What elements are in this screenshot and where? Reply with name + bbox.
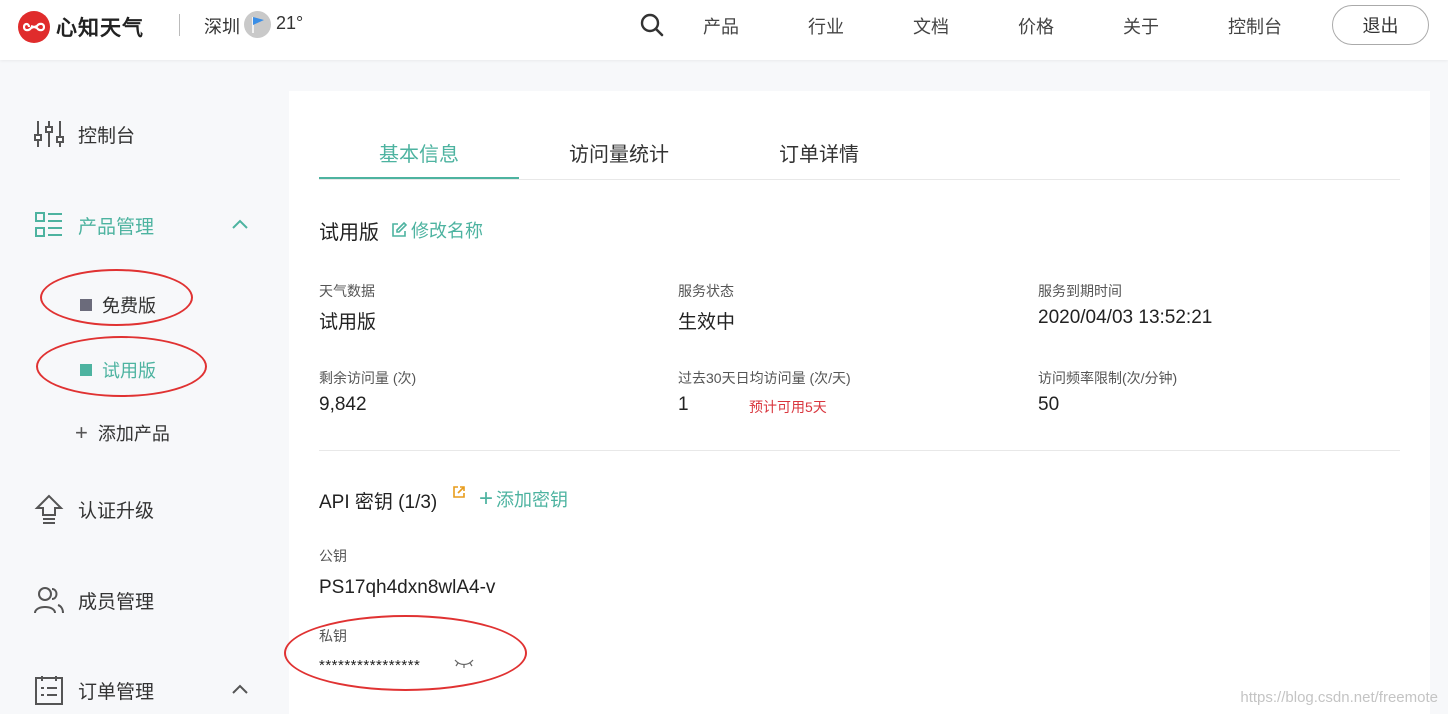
sidebar-item-console[interactable]: 控制台 (33, 118, 135, 150)
logout-button[interactable]: 退出 (1332, 5, 1429, 45)
tab-order-details[interactable]: 订单详情 (719, 138, 919, 167)
plus-icon: + (75, 420, 88, 445)
top-header: 心知天气 深圳 21° 产品 行业 文档 价格 关于 控制台 退出 (0, 0, 1448, 60)
field-label: 服务到期时间 (1038, 283, 1122, 299)
temperature: 21° (276, 13, 304, 33)
square-icon (80, 299, 92, 311)
city-name[interactable]: 深圳 (204, 13, 240, 39)
field-value: 生效中 (678, 312, 736, 333)
edit-icon (392, 221, 408, 237)
search-icon[interactable] (640, 13, 664, 37)
eye-closed-icon[interactable] (453, 657, 475, 669)
private-key-label: 私钥 (319, 628, 347, 644)
upload-icon (33, 493, 65, 525)
public-key-value[interactable]: PS17qh4dxn8wlA4-v (319, 577, 495, 599)
nav-products[interactable]: 产品 (703, 13, 739, 39)
sidebar-item-cert-upgrade[interactable]: 认证升级 (33, 493, 154, 525)
nav-docs[interactable]: 文档 (913, 13, 949, 39)
add-key-link[interactable]: + 添加密钥 (479, 486, 568, 512)
private-key-value: **************** (319, 657, 421, 674)
api-key-title: API 密钥 (1/3) (319, 492, 438, 513)
sidebar-subitem-trial[interactable]: 试用版 (80, 357, 156, 383)
field-value: 1 (678, 394, 689, 415)
square-icon (80, 364, 92, 376)
field-value: 试用版 (319, 312, 377, 333)
weather-icon (244, 11, 271, 38)
field-label: 剩余访问量 (次) (319, 370, 417, 386)
users-icon (33, 584, 65, 616)
sidebar-label-order-mgmt: 订单管理 (78, 681, 155, 703)
add-key-label: 添加密钥 (496, 490, 569, 510)
chevron-up-icon[interactable] (230, 215, 250, 235)
field-value: 9,842 (319, 394, 367, 415)
field-label: 天气数据 (319, 283, 375, 299)
sidebar-label-cert-upgrade: 认证升级 (78, 500, 155, 522)
estimate-note: 预计可用5天 (749, 399, 827, 415)
nav-console[interactable]: 控制台 (1228, 13, 1282, 39)
field-label: 服务状态 (678, 283, 734, 299)
sidebar-item-member-mgmt[interactable]: 成员管理 (33, 584, 154, 616)
field-value: 2020/04/03 13:52:21 (1038, 307, 1213, 328)
add-product-label: 添加产品 (97, 424, 170, 444)
plus-icon: + (479, 485, 494, 512)
field-label: 访问频率限制(次/分钟) (1038, 370, 1178, 386)
field-value: 50 (1038, 394, 1060, 415)
external-link-icon[interactable] (452, 485, 466, 499)
nav-about[interactable]: 关于 (1123, 13, 1159, 39)
sidebar-label-member-mgmt: 成员管理 (78, 591, 155, 613)
sliders-icon (33, 118, 65, 150)
sidebar-sublabel-free: 免费版 (102, 296, 156, 316)
tab-traffic-stats[interactable]: 访问量统计 (519, 138, 719, 167)
tab-divider (319, 179, 1400, 180)
field-label: 过去30天日均访问量 (次/天) (678, 370, 851, 386)
rename-link[interactable]: 修改名称 (390, 217, 483, 243)
sidebar-subitem-free[interactable]: 免费版 (80, 292, 156, 318)
sidebar-label-console: 控制台 (78, 125, 136, 147)
nav-industry[interactable]: 行业 (808, 13, 844, 39)
nav-pricing[interactable]: 价格 (1018, 13, 1054, 39)
tab-basic-info[interactable]: 基本信息 (319, 138, 519, 167)
add-product-link[interactable]: + 添加产品 (75, 420, 170, 446)
logo-mark-icon (18, 11, 50, 43)
sidebar-sublabel-trial: 试用版 (102, 361, 156, 381)
order-list-icon (33, 674, 65, 706)
public-key-label: 公钥 (319, 548, 347, 564)
chevron-up-icon[interactable] (230, 680, 250, 700)
list-icon (33, 209, 65, 241)
watermark: https://blog.csdn.net/freemote (1240, 689, 1438, 706)
main-panel: 基本信息 访问量统计 订单详情 试用版 修改名称 天气数据 试用版 服务状态 生… (289, 91, 1430, 714)
active-tab-indicator (319, 177, 519, 179)
sidebar-item-order-mgmt[interactable]: 订单管理 (33, 674, 154, 706)
brand-logo[interactable]: 心知天气 (18, 11, 144, 43)
rename-label: 修改名称 (411, 221, 483, 241)
brand-name: 心知天气 (56, 17, 144, 40)
sidebar-label-product-mgmt: 产品管理 (78, 216, 155, 238)
sidebar-item-product-mgmt[interactable]: 产品管理 (33, 209, 154, 241)
product-name: 试用版 (319, 222, 379, 244)
section-divider (319, 450, 1400, 451)
header-divider (179, 14, 180, 36)
